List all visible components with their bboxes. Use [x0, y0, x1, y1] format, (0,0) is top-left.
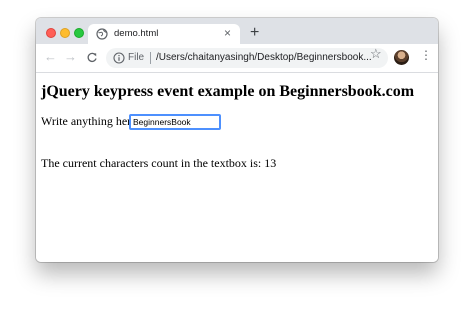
browser-window: demo.html × + ← → File /Users/chaitanyas…	[36, 18, 438, 262]
page-content: jQuery keypress event example on Beginne…	[36, 73, 438, 262]
bookmark-star-icon[interactable]: ☆	[370, 47, 382, 61]
reload-icon[interactable]	[86, 52, 98, 64]
address-bar[interactable]: File /Users/chaitanyasingh/Desktop/Begin…	[106, 48, 388, 68]
omnibox-divider	[150, 52, 151, 64]
forward-arrow-icon[interactable]: →	[64, 50, 77, 64]
window-minimize-button[interactable]	[60, 28, 70, 38]
menu-dots-icon[interactable]: ⋮	[420, 48, 432, 62]
page-heading: jQuery keypress event example on Beginne…	[41, 83, 415, 100]
profile-avatar[interactable]	[394, 50, 409, 65]
input-label: Write anything here:	[41, 114, 140, 128]
scheme-label: File	[128, 52, 145, 63]
url-text[interactable]: /Users/chaitanyasingh/Desktop/Beginnersb…	[156, 52, 374, 63]
tab-title: demo.html	[114, 28, 159, 39]
tab-strip: demo.html × +	[36, 18, 438, 44]
window-zoom-button[interactable]	[74, 28, 84, 38]
globe-icon	[96, 28, 108, 40]
window-close-button[interactable]	[46, 28, 56, 38]
new-tab-button[interactable]: +	[250, 25, 259, 41]
info-icon[interactable]	[113, 52, 125, 64]
text-input[interactable]	[129, 114, 221, 130]
back-arrow-icon[interactable]: ←	[44, 50, 57, 64]
close-icon[interactable]: ×	[224, 26, 231, 40]
character-count-text: The current characters count in the text…	[41, 156, 277, 170]
tab-demo[interactable]: demo.html ×	[88, 24, 240, 44]
